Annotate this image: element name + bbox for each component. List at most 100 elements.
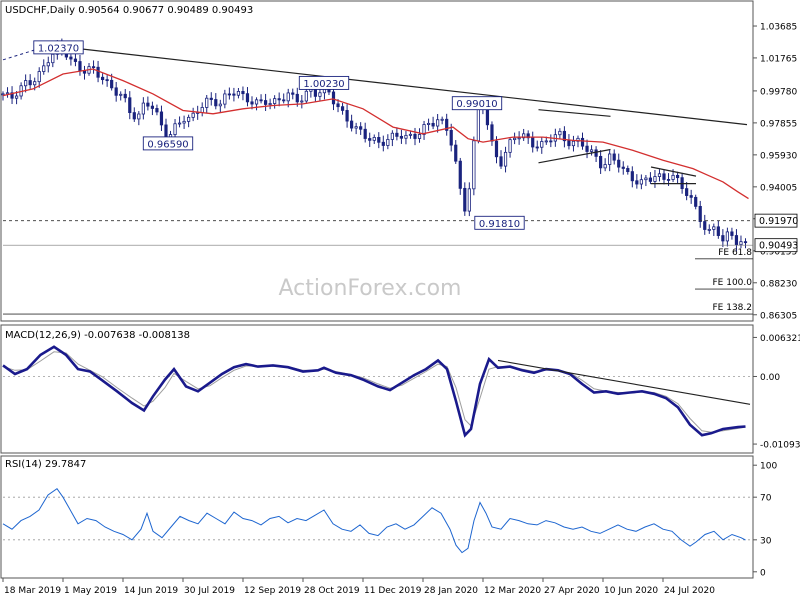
candle-body bbox=[685, 188, 689, 196]
candle-body bbox=[128, 97, 132, 114]
candle-body bbox=[132, 112, 136, 120]
candle-body bbox=[137, 113, 141, 120]
rsi-panel-frame bbox=[0, 455, 754, 579]
rsi-ytick-label: 30 bbox=[760, 536, 772, 546]
price-panel-frame bbox=[0, 0, 754, 322]
candle-body bbox=[743, 241, 748, 244]
candle-body bbox=[46, 62, 50, 67]
candle-body bbox=[472, 140, 476, 190]
rsi-yaxis: 100 70 30 0 bbox=[753, 462, 777, 578]
candle-body bbox=[51, 53, 55, 64]
price-ytick-label: 0.99780 bbox=[760, 87, 797, 97]
candle-body bbox=[703, 221, 707, 230]
candle-body bbox=[436, 119, 440, 127]
macd-ytick-label: 0.00 bbox=[760, 373, 780, 383]
watermark: ActionForex.com bbox=[279, 276, 462, 301]
candle-body bbox=[300, 100, 304, 103]
x-axis: 18 Mar 2019 1 May 2019 14 Jun 2019 30 Jul 2… bbox=[2, 578, 715, 596]
price-annotation-label: 1.00230 bbox=[303, 79, 344, 90]
x-tick-label: 24 Jul 2020 bbox=[664, 586, 715, 596]
candle-body bbox=[69, 56, 73, 60]
candle-body bbox=[694, 196, 698, 207]
candle-body bbox=[476, 106, 480, 142]
candle-body bbox=[721, 235, 725, 242]
candle-body bbox=[594, 149, 598, 157]
candle-body bbox=[345, 110, 349, 122]
price-annotation-label: 0.91810 bbox=[479, 219, 520, 230]
candle-body bbox=[485, 107, 490, 126]
price-panel: USDCHF,Daily 0.90564 0.90677 0.90489 0.9… bbox=[0, 0, 798, 322]
price-ytick-label: 0.86305 bbox=[760, 311, 797, 321]
macd-ytick-label: -0.010939 bbox=[760, 441, 800, 451]
candle-body bbox=[463, 187, 467, 212]
candle-body bbox=[535, 146, 539, 149]
candle-body bbox=[404, 134, 408, 139]
candle-body bbox=[282, 99, 286, 102]
candle-body bbox=[517, 137, 521, 140]
x-tick-label: 18 Mar 2019 bbox=[4, 586, 61, 596]
macd-panel: MACD(12,26,9) -0.007638 -0.008138 0.0063… bbox=[0, 324, 800, 454]
candle-body bbox=[531, 137, 535, 148]
candle-body bbox=[218, 103, 222, 107]
candle-body bbox=[725, 231, 729, 242]
candle-body bbox=[368, 138, 372, 141]
candle-body bbox=[96, 66, 100, 78]
candle-body bbox=[350, 120, 354, 129]
candle-body bbox=[599, 155, 603, 169]
candle-body bbox=[630, 171, 634, 182]
candle-body bbox=[653, 176, 657, 182]
candle-body bbox=[639, 179, 643, 185]
candle-body bbox=[408, 133, 413, 136]
candle-body bbox=[499, 156, 503, 167]
candle-body bbox=[666, 179, 671, 181]
candle-body bbox=[141, 102, 145, 115]
candle-body bbox=[155, 108, 159, 113]
candle-body bbox=[608, 153, 612, 165]
candle-body bbox=[304, 90, 308, 102]
candle-body bbox=[1, 93, 5, 96]
candle-body bbox=[336, 103, 340, 108]
forex-chart: USDCHF,Daily 0.90564 0.90677 0.90489 0.9… bbox=[0, 0, 800, 600]
candle-body bbox=[24, 80, 28, 87]
candle-body bbox=[644, 177, 648, 181]
candle-body bbox=[626, 168, 630, 173]
rsi-ytick-label: 100 bbox=[760, 462, 777, 472]
candle-body bbox=[621, 166, 625, 169]
candle-body bbox=[254, 99, 259, 105]
candle-body bbox=[440, 118, 444, 121]
candle-body bbox=[617, 159, 621, 168]
x-tick-label: 12 Sep 2019 bbox=[244, 586, 301, 596]
price-annotation-label: 0.99010 bbox=[456, 99, 497, 110]
candle-body bbox=[78, 61, 82, 72]
candle-body bbox=[259, 99, 263, 102]
candle-body bbox=[359, 126, 363, 130]
candle-body bbox=[250, 101, 254, 105]
fib-extension-label: FE 100.0 bbox=[713, 278, 753, 288]
candle-body bbox=[589, 149, 594, 152]
candle-body bbox=[42, 65, 46, 72]
rsi-ytick-label: 0 bbox=[760, 568, 766, 578]
candle-body bbox=[110, 79, 114, 89]
candle-body bbox=[241, 91, 245, 95]
x-tick-label: 28 Oct 2019 bbox=[304, 586, 360, 596]
candle-body bbox=[712, 226, 716, 230]
candle-body bbox=[395, 132, 399, 137]
candle-body bbox=[730, 231, 734, 236]
candle-body bbox=[558, 130, 562, 136]
candle-body bbox=[390, 132, 394, 140]
price-panel-title: USDCHF,Daily 0.90564 0.90677 0.90489 0.9… bbox=[5, 5, 253, 16]
candle-body bbox=[544, 140, 548, 143]
axis-value-label: 0.91970 bbox=[759, 216, 798, 227]
candle-body bbox=[28, 80, 32, 86]
chart-svg: USDCHF,Daily 0.90564 0.90677 0.90489 0.9… bbox=[0, 0, 800, 596]
x-tick-label: 28 Jan 2020 bbox=[424, 586, 478, 596]
candle-body bbox=[295, 93, 299, 103]
candle-body bbox=[386, 139, 390, 146]
candle-body bbox=[354, 126, 358, 129]
candle-body bbox=[273, 98, 277, 104]
candle-body bbox=[431, 122, 435, 127]
candle-body bbox=[739, 241, 743, 246]
candle-body bbox=[200, 107, 204, 113]
candle-body bbox=[14, 95, 19, 99]
candle-body bbox=[114, 87, 118, 96]
